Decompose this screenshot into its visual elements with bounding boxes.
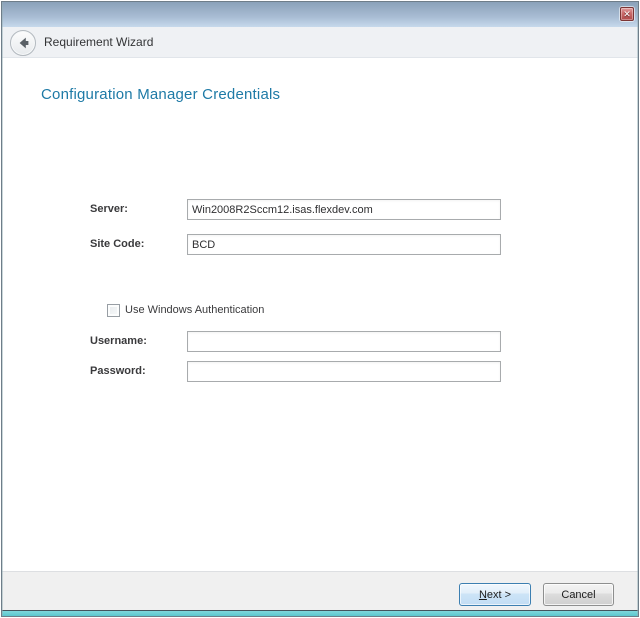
back-arrow-icon <box>15 35 31 51</box>
site-code-input[interactable] <box>187 234 501 255</box>
server-label: Server: <box>90 199 128 220</box>
password-label: Password: <box>90 361 146 382</box>
titlebar: ✕ <box>2 2 638 27</box>
close-button[interactable]: ✕ <box>620 7 634 21</box>
next-button[interactable]: Next > <box>459 583 531 606</box>
server-input[interactable] <box>187 199 501 220</box>
windows-auth-label[interactable]: Use Windows Authentication <box>125 303 264 318</box>
next-button-mnemonic: N <box>479 589 487 601</box>
cancel-button-label: Cancel <box>561 589 595 601</box>
accent-strip <box>2 610 638 616</box>
username-input[interactable] <box>187 331 501 352</box>
windows-auth-checkbox[interactable] <box>107 304 120 317</box>
next-button-label: ext > <box>487 589 511 601</box>
site-code-label: Site Code: <box>90 234 144 255</box>
wizard-title: Requirement Wizard <box>44 27 153 58</box>
username-label: Username: <box>90 331 147 352</box>
password-input[interactable] <box>187 361 501 382</box>
close-icon: ✕ <box>623 10 631 19</box>
wizard-window: ✕ Requirement Wizard Configuration Manag… <box>1 1 639 617</box>
cancel-button[interactable]: Cancel <box>543 583 614 606</box>
page-heading: Configuration Manager Credentials <box>41 86 280 103</box>
back-button[interactable] <box>10 30 36 56</box>
